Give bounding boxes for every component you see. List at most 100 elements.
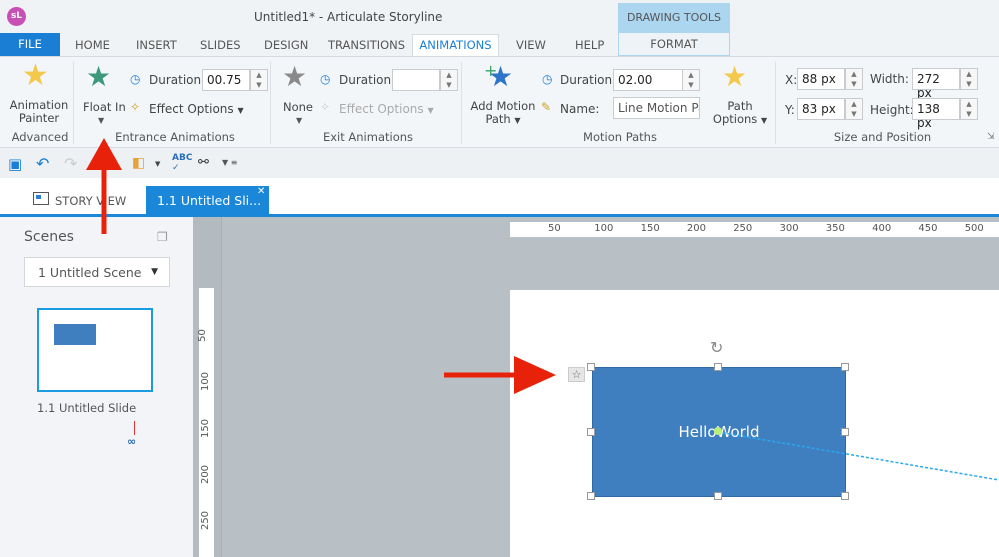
- rotate-handle-icon[interactable]: ↻: [710, 338, 723, 357]
- float-in-button[interactable]: Float In: [83, 100, 126, 114]
- tab-view[interactable]: VIEW: [516, 38, 546, 52]
- resize-handle[interactable]: [841, 363, 849, 371]
- motion-name-label: Name:: [560, 102, 600, 116]
- width-input[interactable]: 272 px: [912, 68, 960, 100]
- path-options-button[interactable]: Path Options ▼: [710, 100, 770, 127]
- exit-duration-input[interactable]: [392, 69, 440, 91]
- resize-handle[interactable]: [714, 492, 722, 500]
- tab-transitions[interactable]: TRANSITIONS: [328, 38, 405, 52]
- undo-icon[interactable]: ↶: [36, 154, 49, 173]
- exit-none-icon: ★: [282, 60, 308, 93]
- slide-label: 1.1 Untitled Slide: [37, 401, 137, 415]
- resize-handle[interactable]: [714, 363, 722, 371]
- animation-painter-button[interactable]: Animation Painter: [8, 99, 70, 125]
- entrance-effect-options-button[interactable]: Effect Options ▼: [149, 102, 244, 116]
- v-ruler-tick-label: 250: [200, 511, 212, 531]
- x-input[interactable]: 88 px: [797, 68, 845, 90]
- h-ruler-tick-label: 450: [918, 223, 938, 234]
- h-ruler-tick-label: 100: [594, 223, 614, 234]
- save-icon[interactable]: ▣: [8, 155, 22, 173]
- slide-thumbnail[interactable]: [37, 308, 153, 392]
- scene-dropdown-value: 1 Untitled Scene: [38, 265, 142, 280]
- height-input[interactable]: 138 px: [912, 98, 960, 130]
- motion-duration-input[interactable]: 02.00: [613, 69, 683, 91]
- resize-handle[interactable]: [841, 428, 849, 436]
- entrance-duration-input[interactable]: 00.75: [202, 69, 250, 91]
- pencil-icon: ✎: [541, 100, 552, 114]
- add-motion-path-icon: ★ +: [484, 60, 514, 93]
- exit-none-button[interactable]: None: [283, 100, 313, 114]
- scenes-title: Scenes: [24, 229, 74, 245]
- animation-star-badge-icon[interactable]: ☆: [568, 367, 585, 382]
- restore-panel-icon[interactable]: ❐: [157, 230, 168, 244]
- width-stepper[interactable]: ▲ ▼: [960, 68, 978, 90]
- v-ruler-tick-label: 50: [196, 329, 208, 342]
- y-label: Y:: [785, 103, 795, 117]
- slide-tab-active[interactable]: 1.1 Untitled Sli...: [146, 186, 269, 215]
- y-stepper[interactable]: ▲ ▼: [845, 98, 863, 120]
- arrange-icon[interactable]: ◧: [132, 155, 145, 171]
- thumbnail-shape: [54, 324, 96, 345]
- tab-insert[interactable]: INSERT: [136, 38, 177, 52]
- h-ruler-tick-label: 250: [733, 223, 753, 234]
- h-ruler-tick-label: 150: [640, 223, 660, 234]
- exit-duration-stepper[interactable]: ▲ ▼: [440, 69, 458, 91]
- find-icon[interactable]: ⚯: [198, 155, 209, 170]
- resize-handle[interactable]: [841, 492, 849, 500]
- story-view-icon: [33, 192, 49, 205]
- label: Options: [712, 112, 758, 126]
- resize-handle[interactable]: [587, 428, 595, 436]
- height-stepper[interactable]: ▲ ▼: [960, 98, 978, 120]
- tab-help[interactable]: HELP: [575, 38, 604, 52]
- effect-options-icon: ✧: [130, 100, 141, 114]
- tab-design[interactable]: DESIGN: [264, 38, 308, 52]
- x-stepper[interactable]: ▲ ▼: [845, 68, 863, 90]
- motion-duration-label: Duration:: [560, 73, 617, 87]
- resize-handle[interactable]: [587, 363, 595, 371]
- x-label: X:: [785, 73, 798, 87]
- chevron-down-icon[interactable]: ▼: [155, 160, 160, 168]
- tab-slides[interactable]: SLIDES: [200, 38, 241, 52]
- y-input[interactable]: 83 px: [797, 98, 845, 120]
- h-ruler-tick-label: 300: [779, 223, 799, 234]
- close-tab-icon[interactable]: ✕: [257, 186, 265, 197]
- annotation-arrow-right: [444, 356, 556, 394]
- chevron-down-icon: ▼: [151, 267, 158, 277]
- drawing-tools-header: DRAWING TOOLS: [618, 3, 730, 33]
- h-ruler-tick-label: 50: [548, 223, 561, 234]
- label: Path: [485, 112, 511, 126]
- chevron-down-icon[interactable]: ▼: [296, 116, 302, 125]
- spellcheck-icon[interactable]: ABC ✓: [172, 153, 192, 173]
- tab-format[interactable]: FORMAT: [618, 33, 730, 56]
- animation-painter-icon: ★: [22, 58, 49, 93]
- link-icon: ∞: [127, 435, 137, 448]
- path-options-icon: ★: [722, 60, 748, 93]
- h-ruler-tick-label: 350: [825, 223, 845, 234]
- redo-icon[interactable]: ↷: [64, 154, 77, 173]
- motion-path-line: [717, 431, 999, 481]
- divider: [73, 62, 74, 144]
- h-ruler-tick-label: 500: [964, 223, 984, 234]
- float-in-icon: ★: [86, 60, 112, 93]
- entrance-duration-stepper[interactable]: ▲ ▼: [250, 69, 268, 91]
- clock-icon: ◷: [130, 72, 141, 86]
- exit-effect-options-button[interactable]: Effect Options ▼: [339, 102, 434, 116]
- v-ruler-tick-label: 100: [200, 372, 212, 392]
- tab-animations[interactable]: ANIMATIONS: [412, 34, 499, 57]
- divider: [461, 62, 462, 144]
- motion-path-start-dot: [714, 427, 722, 435]
- v-ruler-tick-label: 200: [200, 464, 212, 484]
- tab-home[interactable]: HOME: [75, 38, 110, 52]
- tab-file[interactable]: FILE: [0, 33, 60, 56]
- scene-dropdown[interactable]: 1 Untitled Scene ▼: [24, 257, 170, 287]
- add-motion-path-button[interactable]: Add Motion Path ▼: [468, 100, 538, 127]
- dialog-launcher-icon[interactable]: ⇲: [987, 132, 995, 142]
- resize-handle[interactable]: [587, 492, 595, 500]
- quick-access-toolbar: [0, 150, 999, 178]
- chevron-down-icon[interactable]: ▼: [98, 116, 104, 125]
- v-ruler-tick-label: 150: [200, 418, 212, 438]
- customize-icon[interactable]: ▼ ≡: [222, 158, 237, 167]
- motion-duration-stepper[interactable]: ▲ ▼: [682, 69, 700, 91]
- motion-name-input[interactable]: Line Motion Pat: [613, 97, 700, 119]
- clock-icon: ◷: [320, 72, 331, 86]
